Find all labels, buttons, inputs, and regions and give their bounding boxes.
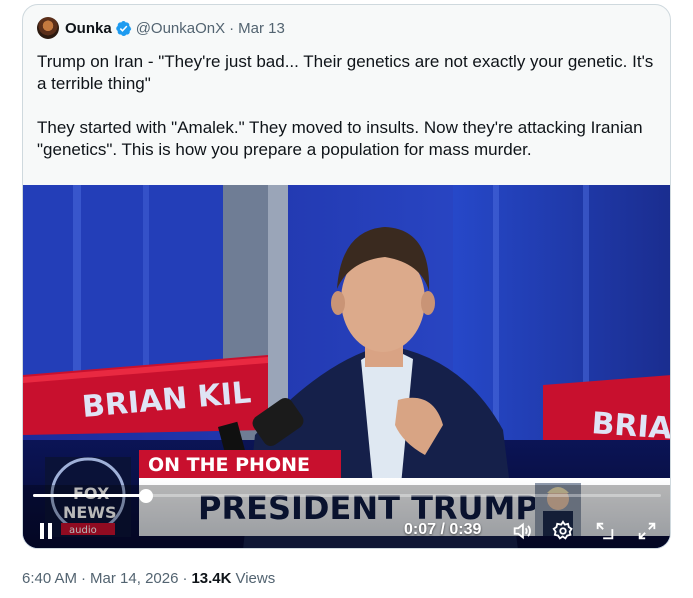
quoted-post-header: Ounka @OunkaOnX · Mar 13	[37, 17, 285, 39]
author-name[interactable]: Ounka	[65, 20, 112, 37]
picture-in-picture-icon[interactable]	[594, 520, 616, 542]
video-progress-fill	[33, 494, 147, 497]
lower-third-tag: ON THE PHONE	[148, 454, 310, 476]
separator-dot: ·	[229, 19, 235, 37]
post-full-date[interactable]: Mar 14, 2026	[90, 570, 178, 587]
post-meta: 6:40 AM · Mar 14, 2026 · 13.4K Views	[22, 570, 275, 587]
separator-dot: ·	[182, 570, 188, 587]
video-player[interactable]: BRIAN KIL BRIA ON THE PHONE PRESIDENT TR…	[23, 185, 670, 548]
avatar[interactable]	[37, 17, 59, 39]
volume-icon[interactable]	[511, 520, 533, 542]
fullscreen-icon[interactable]	[636, 520, 658, 542]
quoted-post[interactable]: Ounka @OunkaOnX · Mar 13 Trump on Iran -…	[22, 4, 671, 549]
video-time: 0:07 / 0:39	[404, 521, 482, 538]
video-scrubber-handle[interactable]	[139, 489, 154, 503]
views-label: Views	[235, 570, 276, 587]
pause-icon[interactable]	[37, 522, 55, 540]
views-count[interactable]: 13.4K	[191, 570, 231, 587]
quoted-post-text: Trump on Iran - "They're just bad... The…	[37, 51, 657, 161]
settings-icon[interactable]	[552, 520, 574, 542]
post-date[interactable]: Mar 13	[238, 20, 285, 37]
verified-badge-icon	[115, 20, 131, 36]
post-text-paragraph-2: They started with "Amalek." They moved t…	[37, 118, 648, 159]
separator-dot: ·	[81, 570, 87, 587]
author-handle[interactable]: @OunkaOnX	[136, 20, 225, 37]
post-text-paragraph-1: Trump on Iran - "They're just bad... The…	[37, 52, 659, 93]
post-time[interactable]: 6:40 AM	[22, 570, 77, 587]
video-controls: 0:07 / 0:39	[23, 489, 670, 548]
video-progress-bar[interactable]	[33, 489, 661, 503]
